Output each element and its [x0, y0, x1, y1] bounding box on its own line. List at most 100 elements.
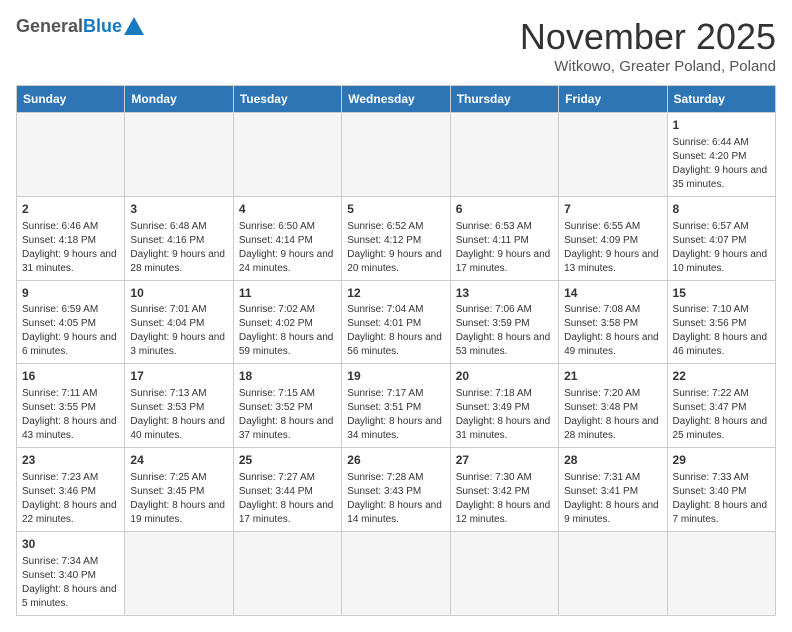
day-number: 16 [22, 368, 119, 385]
calendar-cell: 11Sunrise: 7:02 AM Sunset: 4:02 PM Dayli… [233, 280, 341, 364]
day-number: 13 [456, 285, 553, 302]
calendar-cell: 29 Sunrise: 7:33 AM Sunset: 3:40 PM Dayli… [667, 448, 775, 532]
col-header-saturday: Saturday [667, 86, 775, 113]
col-header-wednesday: Wednesday [342, 86, 450, 113]
calendar-cell: 1 Sunrise: 6:44 AM Sunset: 4:20 PM Daylig… [667, 113, 775, 197]
day-number: 22 [673, 368, 770, 385]
calendar-cell [342, 113, 450, 197]
day-number: 17 [130, 368, 227, 385]
calendar-cell: 19Sunrise: 7:17 AM Sunset: 3:51 PM Dayli… [342, 364, 450, 448]
day-info: Sunrise: 7:23 AM Sunset: 3:46 PM Dayligh… [22, 471, 119, 527]
day-info: Sunrise: 6:44 AM Sunset: 4:20 PM Dayligh… [673, 136, 770, 192]
day-number: 11 [239, 285, 336, 302]
calendar-cell: 15Sunrise: 7:10 AM Sunset: 3:56 PM Dayli… [667, 280, 775, 364]
day-info: Sunrise: 7:18 AM Sunset: 3:49 PM Dayligh… [456, 387, 553, 443]
day-number: 28 [564, 452, 661, 469]
calendar-cell: 18 Sunrise: 7:15 AM Sunset: 3:52 PM Dayli… [233, 364, 341, 448]
day-info: Sunrise: 7:33 AM Sunset: 3:40 PM Dayligh… [673, 471, 770, 527]
day-info: Sunrise: 7:30 AM Sunset: 3:42 PM Dayligh… [456, 471, 553, 527]
day-info: Sunrise: 7:25 AM Sunset: 3:45 PM Dayligh… [130, 471, 227, 527]
day-info: Sunrise: 7:28 AM Sunset: 3:43 PM Dayligh… [347, 471, 444, 527]
day-number: 12 [347, 285, 444, 302]
calendar-cell: 5Sunrise: 6:52 AM Sunset: 4:12 PM Daylig… [342, 196, 450, 280]
calendar-cell: 20 Sunrise: 7:18 AM Sunset: 3:49 PM Dayli… [450, 364, 558, 448]
calendar-cell: 27 Sunrise: 7:30 AM Sunset: 3:42 PM Dayli… [450, 448, 558, 532]
day-number: 6 [456, 201, 553, 218]
logo: General Blue [16, 16, 144, 37]
calendar-week-row: 30Sunrise: 7:34 AM Sunset: 3:40 PM Dayli… [17, 531, 776, 615]
calendar-week-row: 1 Sunrise: 6:44 AM Sunset: 4:20 PM Daylig… [17, 113, 776, 197]
day-info: Sunrise: 7:31 AM Sunset: 3:41 PM Dayligh… [564, 471, 661, 527]
calendar-week-row: 16Sunrise: 7:11 AM Sunset: 3:55 PM Dayli… [17, 364, 776, 448]
calendar-cell [17, 113, 125, 197]
calendar-cell: 8Sunrise: 6:57 AM Sunset: 4:07 PM Daylig… [667, 196, 775, 280]
calendar-cell [450, 113, 558, 197]
day-info: Sunrise: 6:59 AM Sunset: 4:05 PM Dayligh… [22, 303, 119, 359]
day-number: 25 [239, 452, 336, 469]
calendar-cell: 14Sunrise: 7:08 AM Sunset: 3:58 PM Dayli… [559, 280, 667, 364]
calendar-cell: 23 Sunrise: 7:23 AM Sunset: 3:46 PM Dayli… [17, 448, 125, 532]
day-info: Sunrise: 7:13 AM Sunset: 3:53 PM Dayligh… [130, 387, 227, 443]
day-info: Sunrise: 7:06 AM Sunset: 3:59 PM Dayligh… [456, 303, 553, 359]
logo-general-text: General [16, 16, 83, 37]
day-number: 10 [130, 285, 227, 302]
day-number: 4 [239, 201, 336, 218]
title-block: November 2025 Witkowo, Greater Poland, P… [520, 16, 776, 75]
day-number: 9 [22, 285, 119, 302]
col-header-thursday: Thursday [450, 86, 558, 113]
calendar-cell: 13Sunrise: 7:06 AM Sunset: 3:59 PM Dayli… [450, 280, 558, 364]
day-info: Sunrise: 6:53 AM Sunset: 4:11 PM Dayligh… [456, 220, 553, 276]
day-info: Sunrise: 7:08 AM Sunset: 3:58 PM Dayligh… [564, 303, 661, 359]
day-number: 1 [673, 117, 770, 134]
day-info: Sunrise: 7:02 AM Sunset: 4:02 PM Dayligh… [239, 303, 336, 359]
calendar-cell: 12Sunrise: 7:04 AM Sunset: 4:01 PM Dayli… [342, 280, 450, 364]
day-info: Sunrise: 7:04 AM Sunset: 4:01 PM Dayligh… [347, 303, 444, 359]
calendar-week-row: 23 Sunrise: 7:23 AM Sunset: 3:46 PM Dayli… [17, 448, 776, 532]
day-number: 18 [239, 368, 336, 385]
day-number: 23 [22, 452, 119, 469]
day-info: Sunrise: 7:22 AM Sunset: 3:47 PM Dayligh… [673, 387, 770, 443]
calendar-cell: 3 Sunrise: 6:48 AM Sunset: 4:16 PM Daylig… [125, 196, 233, 280]
day-info: Sunrise: 6:55 AM Sunset: 4:09 PM Dayligh… [564, 220, 661, 276]
day-number: 20 [456, 368, 553, 385]
calendar-cell: 16Sunrise: 7:11 AM Sunset: 3:55 PM Dayli… [17, 364, 125, 448]
calendar-cell [233, 113, 341, 197]
calendar-cell: 4 Sunrise: 6:50 AM Sunset: 4:14 PM Daylig… [233, 196, 341, 280]
day-number: 2 [22, 201, 119, 218]
calendar-cell [125, 531, 233, 615]
day-number: 27 [456, 452, 553, 469]
day-info: Sunrise: 7:15 AM Sunset: 3:52 PM Dayligh… [239, 387, 336, 443]
logo-blue-text: Blue [83, 16, 122, 37]
calendar-week-row: 9Sunrise: 6:59 AM Sunset: 4:05 PM Daylig… [17, 280, 776, 364]
day-number: 24 [130, 452, 227, 469]
calendar-cell: 24 Sunrise: 7:25 AM Sunset: 3:45 PM Dayli… [125, 448, 233, 532]
calendar-cell [667, 531, 775, 615]
day-info: Sunrise: 6:46 AM Sunset: 4:18 PM Dayligh… [22, 220, 119, 276]
calendar-cell: 22 Sunrise: 7:22 AM Sunset: 3:47 PM Dayli… [667, 364, 775, 448]
calendar-cell [233, 531, 341, 615]
calendar-table: SundayMondayTuesdayWednesdayThursdayFrid… [16, 85, 776, 616]
day-number: 26 [347, 452, 444, 469]
calendar-header-row: SundayMondayTuesdayWednesdayThursdayFrid… [17, 86, 776, 113]
calendar-cell [450, 531, 558, 615]
day-number: 29 [673, 452, 770, 469]
day-info: Sunrise: 6:48 AM Sunset: 4:16 PM Dayligh… [130, 220, 227, 276]
calendar-cell: 28 Sunrise: 7:31 AM Sunset: 3:41 PM Dayli… [559, 448, 667, 532]
calendar-cell: 6 Sunrise: 6:53 AM Sunset: 4:11 PM Daylig… [450, 196, 558, 280]
calendar-cell: 9Sunrise: 6:59 AM Sunset: 4:05 PM Daylig… [17, 280, 125, 364]
col-header-friday: Friday [559, 86, 667, 113]
day-number: 8 [673, 201, 770, 218]
col-header-sunday: Sunday [17, 86, 125, 113]
day-number: 3 [130, 201, 227, 218]
day-number: 14 [564, 285, 661, 302]
logo-triangle-icon [124, 17, 144, 35]
calendar-cell [125, 113, 233, 197]
day-number: 19 [347, 368, 444, 385]
calendar-cell: 2 Sunrise: 6:46 AM Sunset: 4:18 PM Daylig… [17, 196, 125, 280]
col-header-monday: Monday [125, 86, 233, 113]
day-info: Sunrise: 6:50 AM Sunset: 4:14 PM Dayligh… [239, 220, 336, 276]
calendar-cell: 25Sunrise: 7:27 AM Sunset: 3:44 PM Dayli… [233, 448, 341, 532]
col-header-tuesday: Tuesday [233, 86, 341, 113]
day-number: 15 [673, 285, 770, 302]
calendar-week-row: 2 Sunrise: 6:46 AM Sunset: 4:18 PM Daylig… [17, 196, 776, 280]
